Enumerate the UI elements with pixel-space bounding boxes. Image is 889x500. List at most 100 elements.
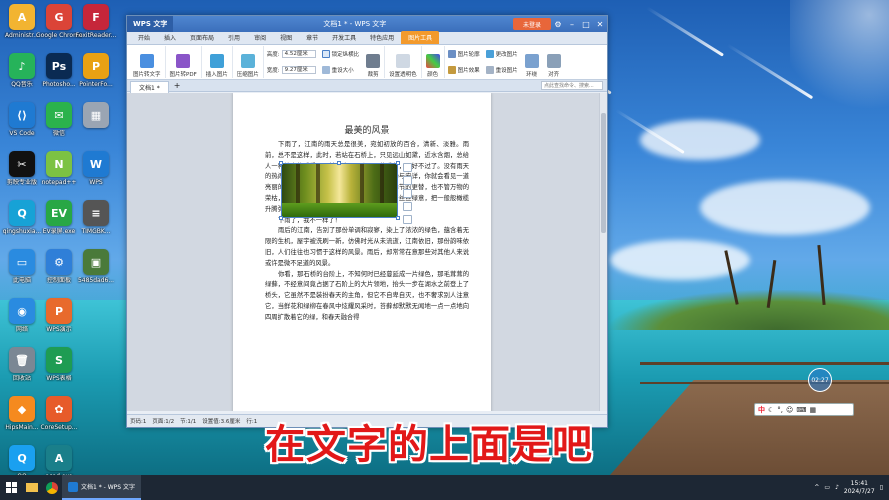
crop-quick-icon[interactable]: [403, 189, 412, 198]
ribbon-tab[interactable]: 章节: [299, 31, 325, 44]
picture-text-icon: [139, 54, 154, 68]
change-picture-button[interactable]: 更改图片: [485, 50, 518, 58]
ribbon-tab[interactable]: 审阅: [247, 31, 273, 44]
ribbon-tab[interactable]: 页面布局: [183, 31, 221, 44]
app-icon: P: [46, 298, 72, 324]
settings-icon[interactable]: ⚙: [551, 20, 565, 29]
picture-to-text-button[interactable]: 图片转文字: [129, 46, 166, 78]
tray-expand-icon[interactable]: ^: [814, 484, 819, 491]
ribbon-tab[interactable]: 视图: [273, 31, 299, 44]
emoji-icon[interactable]: ☺: [786, 406, 793, 414]
app-menu-button[interactable]: WPS 文字: [127, 16, 174, 32]
desktop-icon[interactable]: ✿ CoreSetup...: [37, 396, 81, 440]
desktop-icon-label: CoreSetup...: [40, 424, 78, 431]
app-icon: ≡: [83, 200, 109, 226]
command-search-input[interactable]: 点此查找命令、搜索...: [541, 81, 603, 90]
reset-size-button[interactable]: 重设大小: [321, 66, 360, 74]
color-button[interactable]: 颜色: [422, 46, 445, 78]
rotate-icon[interactable]: [403, 202, 412, 211]
file-explorer-icon[interactable]: [22, 475, 42, 500]
resize-handle[interactable]: [396, 216, 400, 220]
resize-handle[interactable]: [396, 161, 400, 165]
ribbon-tab[interactable]: 特色应用: [363, 31, 401, 44]
width-input[interactable]: 9.27厘米: [281, 66, 316, 74]
resize-handle[interactable]: [279, 161, 283, 165]
picture-outline-button[interactable]: 图片轮廓: [447, 50, 480, 58]
desktop-icon[interactable]: P WPS演示: [37, 298, 81, 342]
pdf-icon: [176, 54, 191, 68]
wrap-button[interactable]: 环绕: [521, 46, 543, 78]
app-icon: P: [83, 53, 109, 79]
color-icon: [425, 54, 440, 68]
grid-icon[interactable]: ▦: [809, 406, 816, 414]
desktop-icon[interactable]: W WPS: [74, 151, 118, 195]
more-icon[interactable]: [403, 215, 412, 224]
network-icon[interactable]: ▭: [824, 484, 830, 491]
taskbar-wps-item[interactable]: 文档1 * - WPS 文字: [62, 475, 141, 500]
desktop-icon[interactable]: ▦: [74, 102, 118, 146]
document-paragraph[interactable]: 雨后的江南，告别了那份单调和寂寥，染上了浓浓的绿色，蕴含着无限的生机，屋宇被洗刷…: [265, 226, 469, 269]
lock-ratio-checkbox[interactable]: 锁定纵横比: [321, 50, 359, 58]
align-button[interactable]: 对齐: [543, 46, 565, 78]
crop-button[interactable]: 裁剪: [362, 46, 386, 78]
app-icon: ⟨⟩: [9, 102, 35, 128]
document-tab[interactable]: 文档1 *: [130, 80, 169, 93]
cloud: [640, 120, 760, 160]
new-tab-icon[interactable]: +: [174, 81, 181, 90]
app-icon: Ps: [46, 53, 72, 79]
height-input[interactable]: 4.52厘米: [281, 50, 316, 58]
resize-handle[interactable]: [279, 216, 283, 220]
insert-picture-button[interactable]: 插入图片: [202, 46, 233, 78]
ribbon-tab[interactable]: 插入: [157, 31, 183, 44]
login-button[interactable]: 未登录: [512, 18, 551, 30]
keyboard-icon[interactable]: ⌨: [796, 406, 806, 414]
scroll-thumb[interactable]: [601, 113, 606, 233]
chrome-icon[interactable]: [42, 475, 62, 500]
ribbon-tab[interactable]: 图片工具: [401, 31, 440, 44]
app-icon: F: [83, 4, 109, 30]
app-icon: W: [83, 151, 109, 177]
wps-window[interactable]: WPS 文字 文档1 * - WPS 文字 未登录 ⚙ – □ ✕ 开始 插入 页面…: [126, 15, 608, 428]
ime-mode[interactable]: 中: [758, 405, 765, 415]
desktop-icon[interactable]: P PointerFo...: [74, 53, 118, 97]
ime-toolbar[interactable]: 中 ☾ °, ☺ ⌨ ▦: [754, 403, 854, 416]
compress-picture-button[interactable]: 压缩图片: [233, 46, 264, 78]
vertical-scrollbar[interactable]: [599, 93, 607, 411]
zoom-icon[interactable]: [403, 176, 412, 185]
document-title[interactable]: 最美的风景: [265, 123, 469, 136]
desktop-icon[interactable]: F FoxitReader...: [74, 4, 118, 48]
punctuation-icon[interactable]: °,: [777, 406, 783, 414]
ribbon-tab[interactable]: 引用: [221, 31, 247, 44]
reset-picture-button[interactable]: 重设图片: [485, 66, 518, 74]
moon-icon[interactable]: ☾: [768, 406, 774, 414]
close-icon[interactable]: ✕: [593, 20, 607, 29]
document-work-area[interactable]: 最美的风景 下雨了，江南的雨天总是很美，宛如初放的百合，清新、淡雅。雨前，总不是…: [127, 93, 607, 411]
volume-icon[interactable]: ♪: [835, 484, 839, 491]
desktop-icon-label: WPS: [89, 179, 103, 186]
app-icon: ◆: [9, 396, 35, 422]
desktop-icon-label: PointerFo...: [79, 81, 113, 88]
ribbon-tab[interactable]: 开始: [131, 31, 157, 44]
selected-forest-picture[interactable]: [281, 163, 398, 218]
desktop-icon[interactable]: S WPS表格: [37, 347, 81, 391]
document-paragraph[interactable]: 你看，那石桥的台阶上，不知何时已经蔓延成一片绿色，那毛茸茸的绿藓，不经意间竟占据…: [265, 270, 469, 324]
title-bar[interactable]: WPS 文字 文档1 * - WPS 文字 未登录 ⚙ – □ ✕: [127, 16, 607, 32]
notification-icon[interactable]: ▯: [880, 484, 883, 491]
clock[interactable]: 15:41 2024/7/27: [844, 480, 875, 496]
app-icon: ✿: [46, 396, 72, 422]
maximize-icon[interactable]: □: [579, 20, 593, 29]
desktop-icon[interactable]: ≡ TIMGBK...: [74, 200, 118, 244]
set-transparent-button[interactable]: 设置透明色: [385, 46, 422, 78]
floating-timer-badge[interactable]: 02:27: [808, 368, 832, 392]
resize-handle[interactable]: [337, 161, 341, 165]
start-button[interactable]: [0, 475, 22, 500]
ribbon-tab[interactable]: 开发工具: [325, 31, 363, 44]
picture-to-pdf-button[interactable]: 图片转PDF: [166, 46, 202, 78]
align-icon: [546, 54, 561, 68]
app-icon: EV: [46, 200, 72, 226]
document-page[interactable]: 最美的风景 下雨了，江南的雨天总是很美，宛如初放的百合，清新、淡雅。雨前，总不是…: [233, 93, 491, 411]
picture-effect-button[interactable]: 图片效果: [447, 66, 480, 74]
layout-options-icon[interactable]: [403, 163, 412, 172]
minimize-icon[interactable]: –: [565, 20, 579, 29]
desktop-icon[interactable]: ▣ 5485dad6...: [74, 249, 118, 293]
